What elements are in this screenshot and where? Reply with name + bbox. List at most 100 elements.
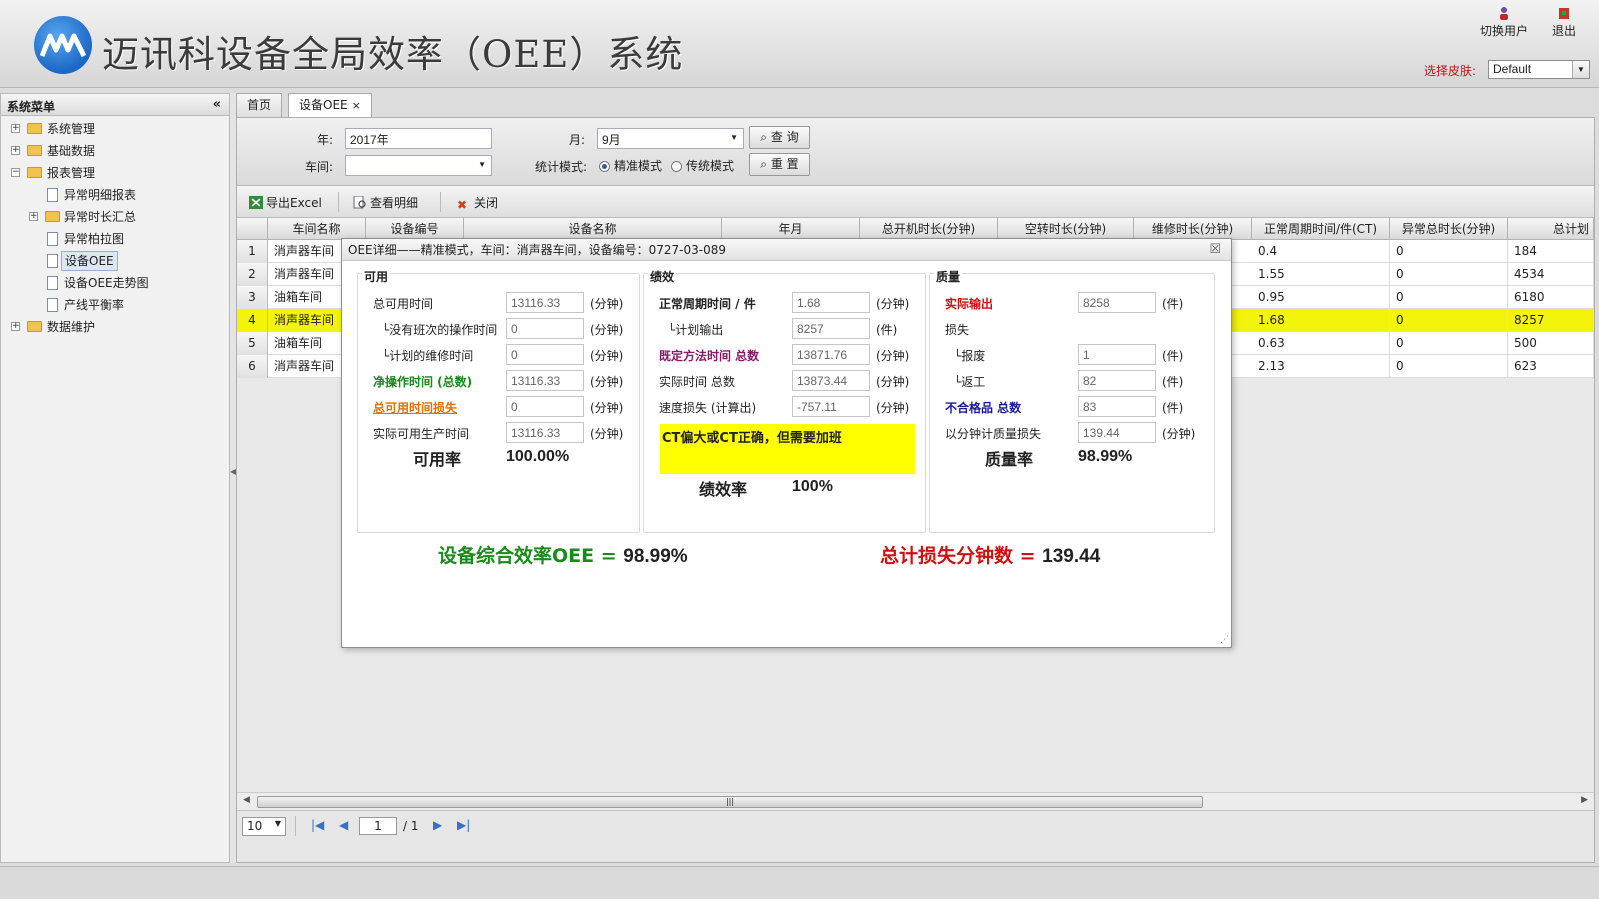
sidebar-item-label: 设备OEE [61, 251, 118, 271]
column-header[interactable]: 空转时长(分钟) [998, 218, 1134, 240]
column-header[interactable]: 维修时长(分钟) [1134, 218, 1252, 240]
switch-user-button[interactable]: 切换用户 [1480, 6, 1528, 39]
skin-select-value: Default [1493, 62, 1532, 76]
expand-icon[interactable]: + [11, 322, 20, 331]
collapse-icon[interactable]: − [11, 168, 20, 177]
row-value[interactable]: 82 [1078, 370, 1156, 391]
row-value[interactable]: 83 [1078, 396, 1156, 417]
mode-precise-label: 精准模式 [614, 159, 663, 173]
row-unit: (分钟) [590, 297, 624, 311]
page-total: / 1 [403, 819, 419, 833]
radio-checked-icon [599, 161, 610, 172]
mode-traditional-radio[interactable]: 传统模式 [671, 157, 734, 174]
row-value[interactable]: 0 [506, 318, 584, 339]
dialog-title-bar[interactable]: OEE详细——精准模式，车间：消声器车间，设备编号：0727-03-089 ☒ [342, 239, 1231, 261]
column-header[interactable]: 异常总时长(分钟) [1390, 218, 1508, 240]
query-button[interactable]: ⌕ 查 询 [749, 126, 810, 149]
row-label: 损失 [945, 323, 970, 337]
column-header[interactable]: 设备编号 [366, 218, 464, 240]
row-value[interactable]: 13873.44 [792, 370, 870, 391]
toolbar-divider [338, 192, 339, 212]
tab-home[interactable]: 首页 [236, 93, 283, 117]
row-label: 速度损失 (计算出) [659, 401, 757, 415]
scrollbar-thumb[interactable]: ||| [257, 796, 1203, 808]
horizontal-scrollbar[interactable]: ◀ ||| ▶ [237, 792, 1594, 810]
close-icon: ✖ [457, 198, 468, 212]
page-input[interactable]: 1 [359, 817, 397, 835]
row-value[interactable]: 1 [1078, 344, 1156, 365]
mode-traditional-label: 传统模式 [686, 159, 735, 173]
mode-precise-radio[interactable]: 精准模式 [599, 157, 662, 174]
sidebar-item-report-management[interactable]: − 报表管理 [1, 162, 229, 184]
quality-title: 质量 [934, 268, 963, 285]
tab-equipment-oee[interactable]: 设备OEE × [288, 93, 372, 117]
scroll-right-icon[interactable]: ▶ [1581, 795, 1588, 805]
sidebar-item-data-maintenance[interactable]: + 数据维护 [1, 316, 229, 338]
view-detail-button[interactable]: 查看明细 [353, 194, 418, 211]
collapse-sidebar-button[interactable]: « [213, 97, 221, 112]
folder-icon [27, 321, 42, 332]
column-header[interactable]: 年月 [722, 218, 860, 240]
column-header[interactable]: 总计划 [1508, 218, 1594, 240]
oee-summary: 设备综合效率OEE = 98.99% [438, 541, 688, 568]
row-label: └返工 [954, 375, 986, 389]
quality-row: └返工 82 (件) [930, 370, 1214, 392]
sidebar-item-system-management[interactable]: + 系统管理 [1, 118, 229, 140]
row-value[interactable]: 0 [506, 344, 584, 365]
workshop-select[interactable]: ▼ [345, 155, 492, 176]
sidebar-item-abnormal-detail-report[interactable]: 异常明细报表 [1, 184, 229, 206]
reset-button[interactable]: ⌕ 重 置 [749, 153, 810, 176]
row-number: 6 [237, 355, 268, 378]
cell-ct: 1.68 [1252, 309, 1390, 332]
row-value[interactable]: 8258 [1078, 292, 1156, 313]
row-value[interactable]: 13871.76 [792, 344, 870, 365]
resize-grip-icon[interactable]: ⋰ [1220, 635, 1229, 645]
next-page-icon[interactable]: ▶ [433, 818, 442, 832]
row-unit: (分钟) [876, 349, 910, 363]
column-header[interactable]: 设备名称 [464, 218, 722, 240]
export-excel-button[interactable]: 导出Excel [249, 194, 322, 211]
chevron-down-icon: ▼ [1572, 61, 1589, 78]
status-bar [0, 866, 1599, 899]
column-header[interactable]: 正常周期时间/件(CT) [1252, 218, 1390, 240]
expand-icon[interactable]: + [11, 146, 20, 155]
sidebar-item-basic-data[interactable]: + 基础数据 [1, 140, 229, 162]
close-tab-icon[interactable]: × [352, 99, 361, 112]
row-value[interactable]: 13116.33 [506, 370, 584, 391]
sidebar-header: 系统菜单 « [1, 94, 229, 116]
last-page-icon[interactable]: ▶| [457, 818, 470, 832]
row-value[interactable]: 13116.33 [506, 422, 584, 443]
row-number: 4 [237, 309, 268, 332]
row-label: 不合格品 总数 [945, 401, 1022, 415]
row-unit: (件) [876, 323, 898, 337]
row-label: └报废 [954, 349, 986, 363]
row-value[interactable]: -757.11 [792, 396, 870, 417]
row-value[interactable]: 8257 [792, 318, 870, 339]
dialog-close-icon[interactable]: ☒ [1209, 239, 1221, 261]
first-page-icon[interactable]: |◀ [311, 818, 324, 832]
column-header[interactable]: 车间名称 [268, 218, 366, 240]
prev-page-icon[interactable]: ◀ [339, 818, 348, 832]
sidebar-item-equipment-oee[interactable]: 设备OEE [1, 250, 229, 272]
close-button[interactable]: ✖ 关闭 [457, 194, 498, 212]
sidebar-item-label: 系统管理 [47, 122, 96, 136]
sidebar-item-abnormal-pareto[interactable]: 异常柏拉图 [1, 228, 229, 250]
row-value[interactable]: 1.68 [792, 292, 870, 313]
logout-button[interactable]: 退出 [1552, 6, 1576, 39]
column-header[interactable]: 总开机时长(分钟) [860, 218, 998, 240]
page-size-select[interactable]: 10 ▼ [242, 817, 286, 836]
expand-icon[interactable]: + [11, 124, 20, 133]
row-value[interactable]: 13116.33 [506, 292, 584, 313]
row-value[interactable]: 139.44 [1078, 422, 1156, 443]
skin-select[interactable]: Default ▼ [1488, 60, 1590, 79]
expand-icon[interactable]: + [29, 212, 38, 221]
sidebar-item-abnormal-duration-summary[interactable]: + 异常时长汇总 [1, 206, 229, 228]
chevron-down-icon: ▼ [478, 160, 486, 169]
sidebar-item-oee-trend[interactable]: 设备OEE走势图 [1, 272, 229, 294]
year-input[interactable]: 2017年 [345, 128, 492, 149]
row-value[interactable]: 0 [506, 396, 584, 417]
sidebar-item-line-balance[interactable]: 产线平衡率 [1, 294, 229, 316]
scroll-left-icon[interactable]: ◀ [243, 795, 250, 805]
month-select[interactable]: 9月 ▼ [597, 128, 744, 149]
view-document-icon [353, 195, 367, 209]
